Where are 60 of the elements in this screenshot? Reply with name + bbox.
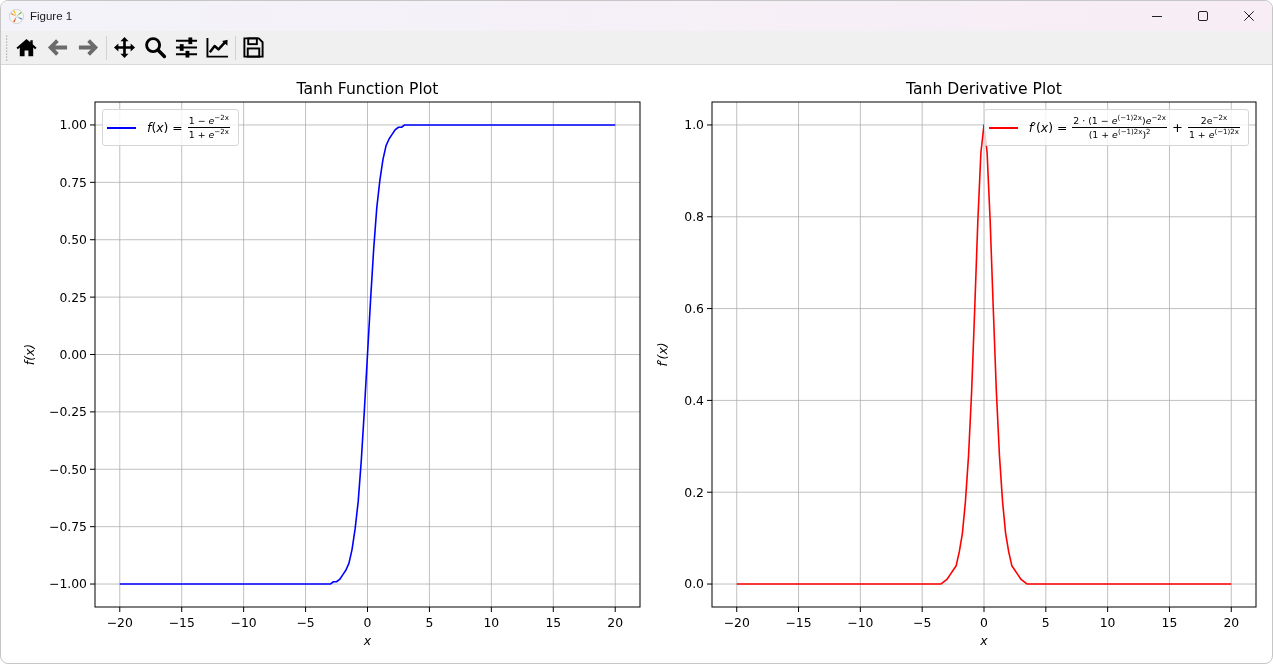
magnifier-icon bbox=[144, 36, 167, 59]
tick-label: −0.25 bbox=[49, 404, 87, 420]
fraction-denominator: 1 + e$^{(−1)2x}$ bbox=[1187, 128, 1240, 142]
tick-label: −5 bbox=[296, 615, 315, 630]
legend-label: f(x) = bbox=[147, 120, 183, 136]
tick-label: 0.0 bbox=[684, 576, 704, 592]
legend-label: f′(x) = bbox=[1028, 120, 1068, 136]
x-axis-label: x bbox=[980, 633, 988, 648]
y-axis-label: f(x) bbox=[22, 343, 37, 366]
fraction-numerator: 2e$^{−2x}$ bbox=[1199, 114, 1229, 128]
tick-label: 15 bbox=[545, 615, 562, 630]
tick-label: 20 bbox=[607, 615, 624, 630]
y-axis-label: f′(x) bbox=[655, 342, 670, 367]
minimize-icon bbox=[1152, 15, 1162, 17]
fraction-denominator: (1 + e$^{(−1)2x}$)$^{2}$ bbox=[1087, 128, 1152, 142]
fraction-numerator: 2 · (1 − e$^{(−1)2x}$)e$^{−2x}$ bbox=[1072, 114, 1167, 128]
tick-label: 0.50 bbox=[59, 232, 87, 248]
tick-label: −0.75 bbox=[49, 519, 87, 535]
tick-label: 0.8 bbox=[684, 209, 704, 225]
tick-label: −0.50 bbox=[49, 461, 87, 477]
tick-label: 0.00 bbox=[59, 346, 87, 362]
chart-title: Tanh Derivative Plot bbox=[906, 80, 1062, 98]
fraction-denominator: 1 + e$^{−2x}$ bbox=[187, 128, 230, 142]
tick-label: 0 bbox=[980, 615, 988, 630]
tick-label: 20 bbox=[1223, 615, 1240, 630]
tick-label: 0.2 bbox=[684, 484, 704, 500]
fraction-numerator: 1 − e$^{−2x}$ bbox=[187, 114, 230, 128]
tick-label: 10 bbox=[483, 615, 500, 630]
tick-label: 15 bbox=[1161, 615, 1178, 630]
app-icon bbox=[9, 8, 24, 24]
tick-label: −10 bbox=[230, 615, 257, 630]
tick-label: 0.6 bbox=[684, 301, 704, 316]
tick-label: −15 bbox=[168, 615, 195, 630]
tick-label: 0.4 bbox=[684, 392, 704, 408]
plus-operator: + bbox=[1172, 120, 1183, 136]
tick-label: −10 bbox=[847, 615, 874, 630]
tick-label: 5 bbox=[1041, 615, 1050, 630]
tick-label: −5 bbox=[913, 615, 932, 630]
toolbar-grip-icon bbox=[5, 34, 8, 61]
x-axis-label: x bbox=[363, 633, 372, 648]
window-title: Figure 1 bbox=[30, 10, 73, 22]
tick-label: 10 bbox=[1099, 615, 1116, 630]
maximize-icon bbox=[1198, 11, 1208, 21]
tick-label: 1.00 bbox=[59, 117, 87, 133]
home-icon bbox=[15, 36, 38, 59]
sliders-icon bbox=[175, 36, 198, 59]
tick-label: 0.75 bbox=[59, 174, 87, 190]
chart-title: Tanh Function Plot bbox=[296, 80, 439, 98]
move-arrows-icon bbox=[113, 36, 136, 59]
tick-label: −20 bbox=[723, 615, 750, 630]
tick-label: 0 bbox=[363, 615, 372, 630]
tick-label: 1.0 bbox=[684, 117, 704, 133]
save-icon bbox=[242, 36, 265, 59]
tick-label: 0.25 bbox=[59, 289, 87, 305]
tick-label: −20 bbox=[106, 615, 133, 630]
tick-label: 5 bbox=[425, 615, 434, 630]
close-icon bbox=[1244, 11, 1254, 21]
line-chart-icon bbox=[206, 36, 229, 59]
tick-label: −15 bbox=[785, 615, 812, 630]
tick-label: −1.00 bbox=[49, 576, 87, 592]
